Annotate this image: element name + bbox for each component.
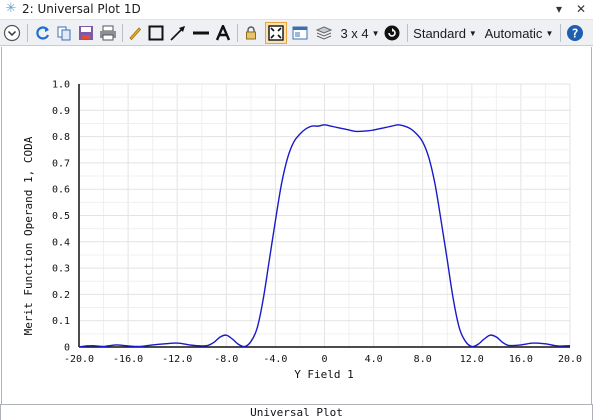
plot-area: -20.0 -16.0 -12.0 -8.0 -4.0 0 4.0 8.0 12.0 16.0 20… <box>1 47 592 404</box>
chevron-circle-icon <box>3 24 21 42</box>
layout-dropdown[interactable]: 3 x 4 ▼ <box>339 23 381 43</box>
rectangle-icon <box>148 25 164 41</box>
refresh-circle-icon <box>384 25 400 41</box>
copy-icon <box>57 26 71 41</box>
y-tick-label: 0.7 <box>52 158 70 169</box>
y-tick-label: 0.8 <box>52 132 70 143</box>
atom-icon: ✳ <box>5 1 17 16</box>
x-tick-label: -20.0 <box>64 354 94 365</box>
rectangle-tool[interactable] <box>147 23 165 43</box>
layers-icon <box>316 26 332 40</box>
footer-label: Universal Plot <box>250 406 343 419</box>
y-axis-label: Merit Function Operand 1, CODA <box>22 136 35 335</box>
arrow-tool[interactable] <box>168 23 188 43</box>
copy-button[interactable] <box>54 23 74 43</box>
toolbar-separator <box>407 24 408 42</box>
title-bar: ✳ 2: Universal Plot 1D ▾ ✕ <box>0 0 593 18</box>
toolbar-separator <box>27 24 28 42</box>
y-tick-label: 0.6 <box>52 185 70 196</box>
text-tool[interactable] <box>213 23 233 43</box>
lock-button[interactable] <box>241 23 261 43</box>
y-tick-labels: 0 0.1 0.2 0.3 0.4 0.5 0.6 0.7 0.8 0.9 1.0 <box>52 80 70 354</box>
y-tick-label: 1.0 <box>52 80 70 91</box>
pencil-icon <box>129 27 142 41</box>
toolbar-separator <box>237 24 238 42</box>
y-tick-label: 0.2 <box>52 290 70 301</box>
toolbar-separator <box>560 24 561 42</box>
fit-view-icon <box>268 25 284 41</box>
chevron-down-icon: ▼ <box>468 28 477 38</box>
fit-view-button[interactable] <box>265 22 287 44</box>
pencil-tool[interactable] <box>126 23 144 43</box>
settings-dropdown-button[interactable] <box>2 23 22 43</box>
save-button[interactable] <box>76 23 96 43</box>
arrow-icon <box>170 26 185 41</box>
x-tick-label: 12.0 <box>460 354 484 365</box>
x-tick-label: 20.0 <box>558 354 582 365</box>
refresh-icon <box>36 26 50 40</box>
text-a-icon <box>215 25 231 41</box>
lock-icon <box>246 26 256 40</box>
chevron-down-icon: ▼ <box>371 28 380 38</box>
printer-icon <box>100 25 116 41</box>
x-axis-label: Y Field 1 <box>294 368 354 381</box>
toolbar: 3 x 4 ▼ Standard ▼ Automatic ▼ ? <box>0 19 593 46</box>
help-icon: ? <box>567 25 583 41</box>
window-title: 2: Universal Plot 1D <box>22 2 141 16</box>
layout-dropdown-label: 3 x 4 <box>340 25 369 41</box>
toolbar-separator <box>122 24 123 42</box>
print-button[interactable] <box>98 23 118 43</box>
scale-dropdown[interactable]: Automatic ▼ <box>483 23 555 43</box>
y-tick-label: 0.3 <box>52 264 70 275</box>
window-icon <box>292 26 308 40</box>
x-tick-label: -16.0 <box>113 354 143 365</box>
x-tick-label: 4.0 <box>365 354 383 365</box>
style-dropdown-label: Standard <box>413 25 466 41</box>
clock-button[interactable] <box>382 23 402 43</box>
layers-button[interactable] <box>314 23 334 43</box>
y-tick-label: 0.1 <box>52 316 70 327</box>
close-button[interactable]: ✕ <box>573 1 589 17</box>
chevron-down-icon: ▼ <box>545 28 554 38</box>
y-tick-label: 0.4 <box>52 237 70 248</box>
scale-dropdown-label: Automatic <box>484 25 543 41</box>
refresh-button[interactable] <box>33 23 53 43</box>
x-tick-label: -4.0 <box>263 354 287 365</box>
footer: Universal Plot <box>0 404 593 420</box>
pin-button[interactable]: ▾ <box>551 1 567 17</box>
x-tick-label: -12.0 <box>162 354 192 365</box>
svg-text:?: ? <box>571 27 578 41</box>
x-tick-label: 16.0 <box>509 354 533 365</box>
x-tick-label: -8.0 <box>214 354 238 365</box>
window-layout-button[interactable] <box>290 23 310 43</box>
grid <box>78 83 571 348</box>
x-tick-label: 8.0 <box>414 354 432 365</box>
y-tick-label: 0.5 <box>52 211 70 222</box>
help-button[interactable]: ? <box>565 23 585 43</box>
line-chart: -20.0 -16.0 -12.0 -8.0 -4.0 0 4.0 8.0 12.0 16.0 20… <box>22 80 582 382</box>
y-tick-label: 0.9 <box>52 106 70 117</box>
style-dropdown[interactable]: Standard ▼ <box>413 23 477 43</box>
save-icon <box>79 26 93 40</box>
x-tick-label: 0 <box>321 354 327 365</box>
y-tick-label: 0 <box>64 343 70 354</box>
x-tick-labels: -20.0 -16.0 -12.0 -8.0 -4.0 0 4.0 8.0 12.0 16.0 20… <box>64 354 582 365</box>
line-tool[interactable] <box>191 23 211 43</box>
line-icon <box>193 31 209 35</box>
